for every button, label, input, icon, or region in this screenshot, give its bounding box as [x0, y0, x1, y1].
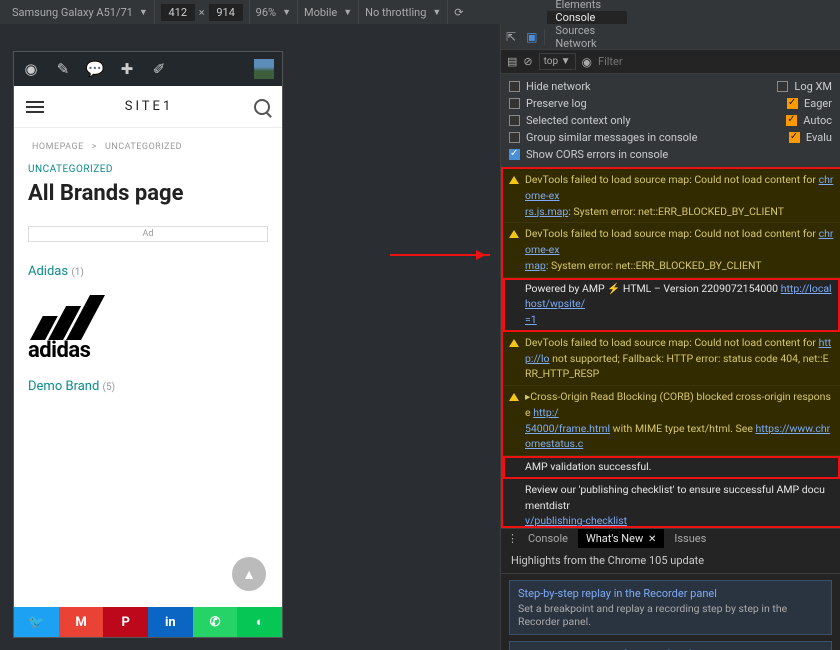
- devtools-tabs: ⇱ ▣ ElementsConsoleSourcesNetworkPerform…: [501, 24, 840, 50]
- console-message[interactable]: DevTools failed to load source map: Coul…: [503, 332, 840, 386]
- avatar[interactable]: [254, 59, 274, 79]
- dashboard-icon[interactable]: ◉: [22, 60, 40, 78]
- check-selected context only[interactable]: Selected context only: [509, 114, 631, 127]
- drawer-tabs: ⋮ConsoleWhat's New ✕Issues: [501, 529, 840, 548]
- check-show cors errors in console[interactable]: Show CORS errors in console: [509, 148, 668, 161]
- width-input[interactable]: [161, 4, 195, 21]
- page-title: All Brands page: [14, 175, 282, 220]
- wp-admin-bar: ◉ ✎ 💬 ✚ ✐: [14, 52, 282, 86]
- console-settings: Hide network Log XM Preserve log Eager Selec…: [501, 74, 840, 167]
- rotate-icon[interactable]: ⟳: [448, 0, 469, 24]
- highlight-card[interactable]: Step-by-step replay in the Recorder pane…: [509, 580, 832, 635]
- phone-frame: ◉ ✎ 💬 ✚ ✐ SITE1 HOMEPAGE>UNCATEGORIZED U…: [14, 52, 282, 637]
- check-group similar messages in console[interactable]: Group similar messages in console: [509, 131, 697, 144]
- sidebar-toggle-icon[interactable]: ▤: [507, 55, 517, 68]
- console-output[interactable]: DevTools failed to load source map: Coul…: [501, 167, 840, 528]
- check-preserve log[interactable]: Preserve log: [509, 97, 587, 110]
- height-input[interactable]: [209, 4, 243, 21]
- check-log xm[interactable]: Log XM: [777, 80, 832, 93]
- zoom-select[interactable]: 96%▼: [250, 0, 298, 24]
- console-message[interactable]: Review our 'publishing checklist' to ens…: [503, 479, 840, 528]
- console-message[interactable]: DevTools failed to load source map: Coul…: [503, 223, 840, 277]
- brand-logo[interactable]: adidas: [14, 287, 282, 371]
- search-icon[interactable]: [254, 99, 270, 115]
- live-expression-icon[interactable]: ◉: [582, 55, 592, 69]
- social-button[interactable]: M: [59, 607, 104, 637]
- scroll-top-button[interactable]: ▲: [232, 557, 266, 591]
- comment-icon[interactable]: 💬: [86, 60, 104, 78]
- console-toolbar: ▤ ⊘ top ▼ ◉: [501, 50, 840, 74]
- social-bar: 🐦MPin✆◐: [14, 607, 282, 637]
- check-eager[interactable]: Eager: [787, 97, 832, 110]
- category-label[interactable]: UNCATEGORIZED: [14, 152, 282, 175]
- drawer-tab-what-s-new[interactable]: What's New ✕: [578, 529, 664, 548]
- mode-select[interactable]: Mobile▼: [298, 0, 359, 24]
- device-icon[interactable]: ▣: [521, 30, 542, 44]
- console-message[interactable]: AMP validation successful.: [503, 456, 840, 479]
- site-header: SITE1: [14, 86, 282, 128]
- social-button[interactable]: in: [148, 607, 193, 637]
- context-select[interactable]: top ▼: [539, 53, 576, 70]
- check-autoc[interactable]: Autoc: [786, 114, 832, 127]
- devtools-drawer: ⋮ConsoleWhat's New ✕Issues Highlights fr…: [501, 528, 840, 650]
- throttle-select[interactable]: No throttling▼: [359, 0, 448, 24]
- check-hide network[interactable]: Hide network: [509, 80, 591, 93]
- highlight-card[interactable]: View Largest Contentful Paint (LCP) deta…: [509, 641, 832, 650]
- annotation-arrow: [390, 254, 490, 256]
- social-button[interactable]: P: [103, 607, 148, 637]
- dimensions[interactable]: ×: [155, 0, 250, 24]
- highlights-title: Highlights from the Chrome 105 update: [501, 548, 840, 574]
- check-evalu[interactable]: Evalu: [789, 131, 832, 144]
- plus-icon[interactable]: ✚: [118, 60, 136, 78]
- drawer-tab-issues[interactable]: Issues: [666, 529, 714, 548]
- tab-elements[interactable]: Elements: [547, 0, 627, 11]
- breadcrumb: HOMEPAGE>UNCATEGORIZED: [14, 128, 282, 152]
- console-message[interactable]: DevTools failed to load source map: Coul…: [503, 169, 840, 223]
- device-preview: ◉ ✎ 💬 ✚ ✐ SITE1 HOMEPAGE>UNCATEGORIZED U…: [0, 24, 500, 650]
- brush-icon[interactable]: ✎: [54, 60, 72, 78]
- console-message[interactable]: ▸Cross-Origin Read Blocking (CORB) block…: [503, 386, 840, 456]
- tab-network[interactable]: Network: [547, 37, 627, 50]
- drawer-menu-icon[interactable]: ⋮: [507, 532, 518, 545]
- menu-icon[interactable]: [26, 101, 44, 113]
- inspect-icon[interactable]: ⇱: [501, 30, 521, 44]
- brand-link[interactable]: Adidas (1): [14, 256, 282, 287]
- tab-sources[interactable]: Sources: [547, 24, 627, 37]
- tab-console[interactable]: Console: [547, 11, 627, 24]
- social-button[interactable]: ◐: [237, 607, 282, 637]
- social-button[interactable]: ✆: [193, 607, 238, 637]
- filter-input[interactable]: [598, 55, 834, 68]
- device-select[interactable]: Samsung Galaxy A51/71▼: [6, 0, 155, 24]
- brand-link[interactable]: Demo Brand (5): [14, 371, 282, 402]
- console-message[interactable]: Powered by AMP ⚡ HTML – Version 22090721…: [503, 278, 840, 332]
- devtools-panel: ⇱ ▣ ElementsConsoleSourcesNetworkPerform…: [500, 24, 840, 650]
- device-toolbar: Samsung Galaxy A51/71▼ × 96%▼ Mobile▼ No…: [0, 0, 840, 24]
- drawer-tab-console[interactable]: Console: [520, 529, 576, 548]
- ad-slot[interactable]: Ad: [28, 226, 268, 242]
- social-button[interactable]: 🐦: [14, 607, 59, 637]
- edit-icon[interactable]: ✐: [150, 60, 168, 78]
- site-title[interactable]: SITE1: [125, 99, 174, 114]
- clear-icon[interactable]: ⊘: [523, 55, 532, 68]
